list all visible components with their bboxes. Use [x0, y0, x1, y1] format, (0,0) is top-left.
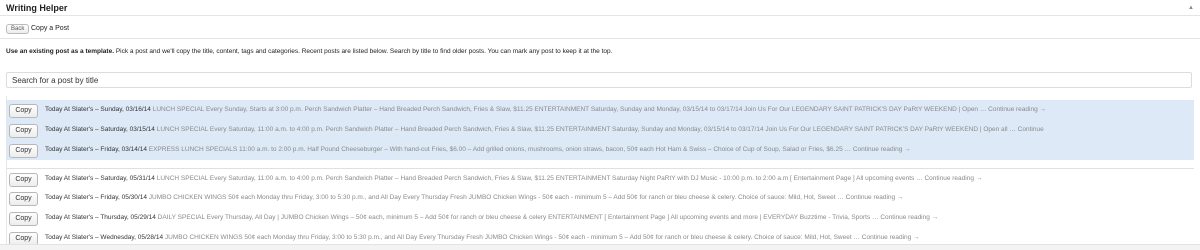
- post-excerpt: LUNCH SPECIAL Every Sunday, Starts at 3:…: [152, 106, 987, 113]
- copy-button[interactable]: Copy: [9, 212, 38, 226]
- post-summary: Today At Slater's – Saturday, 05/31/14 L…: [45, 175, 982, 182]
- post-title[interactable]: Today At Slater's – Saturday, 05/31/14: [45, 175, 155, 182]
- list-item[interactable]: Copy Today At Slater's – Friday, 03/14/14…: [7, 140, 1194, 160]
- post-excerpt: JUMBO CHICKEN WINGS 50¢ each Monday thru…: [148, 194, 844, 201]
- post-title[interactable]: Today At Slater's – Friday, 03/14/14: [45, 146, 147, 153]
- intro-bold: Use an existing post as a template.: [6, 48, 115, 55]
- intro-rest: Pick a post and we'll copy the title, co…: [114, 48, 613, 55]
- list-item[interactable]: Copy Today At Slater's – Thursday, 05/29/…: [7, 208, 1194, 228]
- post-summary: Today At Slater's – Wednesday, 05/28/14 …: [45, 234, 920, 241]
- search-box: [6, 72, 1192, 88]
- post-title[interactable]: Today At Slater's – Thursday, 05/29/14: [45, 214, 156, 221]
- post-list: Copy Today At Slater's – Sunday, 03/16/14…: [6, 96, 1194, 244]
- continue-reading-link[interactable]: Continue: [1018, 126, 1044, 133]
- post-summary: Today At Slater's – Friday, 03/14/14 EXP…: [45, 146, 911, 153]
- copy-button[interactable]: Copy: [9, 124, 38, 138]
- post-summary: Today At Slater's – Thursday, 05/29/14 D…: [45, 214, 938, 221]
- back-button[interactable]: Back: [6, 24, 30, 34]
- horizontal-scrollbar[interactable]: [0, 244, 1200, 250]
- intro-text: Use an existing post as a template. Pick…: [6, 48, 1196, 55]
- post-summary: Today At Slater's – Friday, 05/30/14 JUM…: [45, 194, 903, 201]
- search-input[interactable]: [7, 73, 1191, 87]
- continue-reading-link[interactable]: Continue reading →: [988, 106, 1046, 113]
- post-title[interactable]: Today At Slater's – Sunday, 03/16/14: [45, 106, 151, 113]
- post-title[interactable]: Today At Slater's – Saturday, 03/15/14: [45, 126, 155, 133]
- copy-button[interactable]: Copy: [9, 144, 38, 158]
- list-item[interactable]: Copy Today At Slater's – Sunday, 03/16/14…: [7, 100, 1194, 120]
- copy-button[interactable]: Copy: [9, 192, 38, 206]
- panel-title: Writing Helper: [6, 3, 68, 13]
- list-item[interactable]: Copy Today At Slater's – Saturday, 05/31/…: [7, 168, 1194, 188]
- post-summary: Today At Slater's – Saturday, 03/15/14 L…: [45, 126, 1044, 133]
- panel-header: Writing Helper ▲: [0, 0, 1200, 16]
- post-excerpt: DAILY SPECIAL Every Thursday, All Day | …: [157, 214, 879, 221]
- sub-navigation: Back Copy a Post: [0, 17, 1200, 39]
- continue-reading-link[interactable]: Continue reading →: [924, 175, 982, 182]
- writing-helper-panel: Writing Helper ▲ Back Copy a Post Use an…: [0, 0, 1200, 250]
- post-summary: Today At Slater's – Sunday, 03/16/14 LUN…: [45, 106, 1046, 113]
- post-excerpt: JUMBO CHICKEN WINGS 50¢ each Monday thru…: [164, 234, 860, 241]
- continue-reading-link[interactable]: Continue reading →: [853, 146, 911, 153]
- list-item[interactable]: Copy Today At Slater's – Friday, 05/30/14…: [7, 188, 1194, 208]
- list-item[interactable]: Copy Today At Slater's – Wednesday, 05/28…: [7, 228, 1194, 244]
- post-excerpt: EXPRESS LUNCH SPECIALS 11:00 a.m. to 2:0…: [148, 146, 851, 153]
- post-excerpt: LUNCH SPECIAL Every Saturday, 11:00 a.m.…: [156, 175, 923, 182]
- post-title[interactable]: Today At Slater's – Wednesday, 05/28/14: [45, 234, 163, 241]
- post-title[interactable]: Today At Slater's – Friday, 05/30/14: [45, 194, 147, 201]
- copy-button[interactable]: Copy: [9, 104, 38, 118]
- continue-reading-link[interactable]: Continue reading →: [846, 194, 904, 201]
- list-item[interactable]: Copy Today At Slater's – Saturday, 03/15/…: [7, 120, 1194, 140]
- breadcrumb: Copy a Post: [31, 25, 70, 32]
- continue-reading-link[interactable]: Continue reading →: [862, 234, 920, 241]
- copy-button[interactable]: Copy: [9, 232, 38, 244]
- collapse-arrow-icon[interactable]: ▲: [1186, 3, 1196, 13]
- post-excerpt: LUNCH SPECIAL Every Saturday, 11:00 a.m.…: [156, 126, 1016, 133]
- copy-button[interactable]: Copy: [9, 173, 38, 187]
- continue-reading-link[interactable]: Continue reading →: [880, 214, 938, 221]
